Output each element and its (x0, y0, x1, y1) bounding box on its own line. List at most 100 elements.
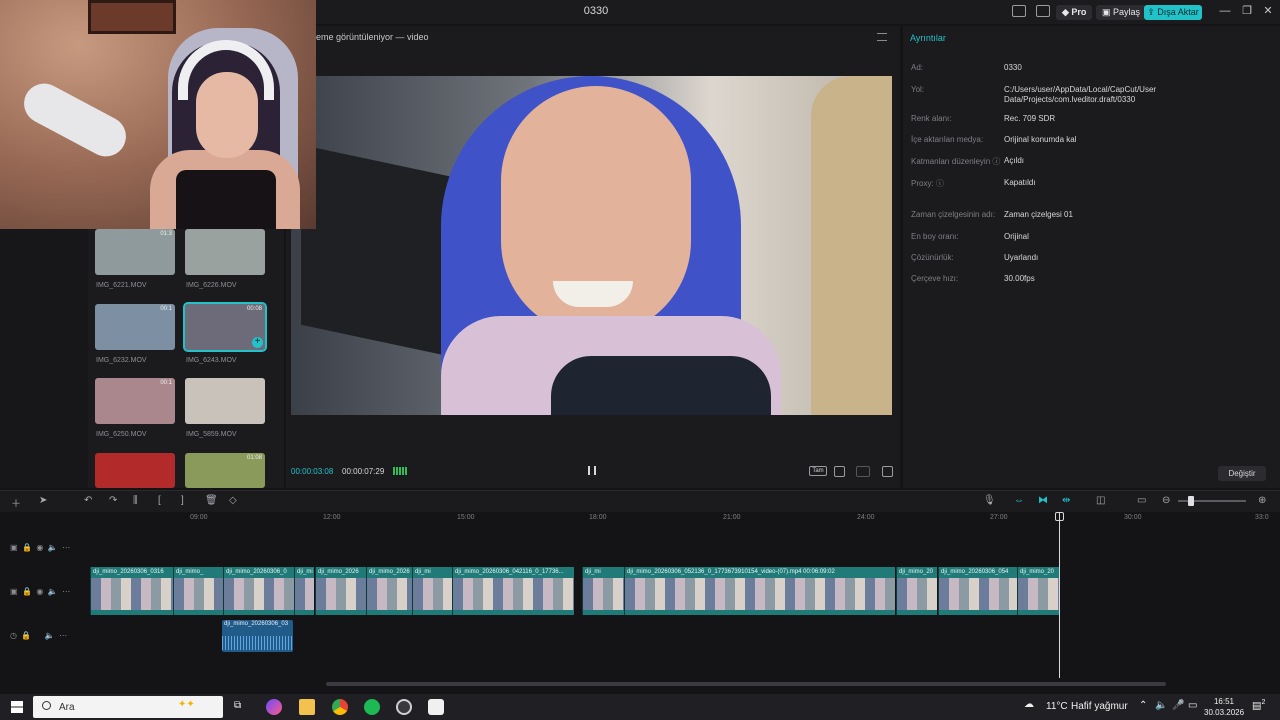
undo-icon[interactable]: ↶ (84, 495, 92, 506)
detail-label: Proxy: ⓘ (911, 179, 944, 188)
detail-value: Açıldı (1004, 156, 1025, 165)
record-mic-icon[interactable]: 🎙 (983, 495, 996, 506)
video-clip[interactable]: dji_mimo_20260306_0316 (90, 567, 173, 615)
detail-label: Katmanları düzenleyin ⓘ (911, 157, 1001, 166)
media-thumbnail[interactable] (185, 229, 265, 275)
fit-button[interactable]: Tam (809, 466, 827, 476)
media-thumbnail[interactable]: 00:1 (95, 304, 175, 350)
clip-name: dji_mi (585, 569, 601, 575)
ruler-tick-label: 27:00 (990, 514, 1008, 521)
trim-right-icon[interactable]: ] (181, 495, 184, 506)
clip-thumbnails (939, 578, 1017, 610)
caption-icon[interactable]: ▭ (1137, 495, 1146, 506)
video-clip[interactable]: dji_mimo_20260306_042116_0_17736... (452, 567, 574, 615)
clip-thumbnails (1018, 578, 1059, 610)
zoom-out-icon[interactable]: ⊖ (1162, 495, 1170, 506)
add-to-timeline-icon[interactable]: + (252, 337, 263, 348)
volume-icon[interactable]: 🔈 (1155, 700, 1167, 711)
detail-value: Rec. 709 SDR (1004, 114, 1056, 123)
media-thumbnail[interactable]: 01:08 (185, 453, 265, 488)
copilot-app-icon[interactable] (266, 699, 282, 715)
video-clip[interactable]: dji_mimo_20260306_052136_0_1773673910154… (624, 567, 895, 615)
ruler-tick-label: 24:00 (857, 514, 875, 521)
shortcut-icon[interactable] (1036, 5, 1050, 17)
select-tool-icon[interactable]: ➤ (39, 495, 47, 506)
mic-tray-icon[interactable]: 🎤 (1172, 700, 1184, 711)
time-ruler[interactable] (90, 512, 1280, 526)
share-button[interactable]: ▣ Paylaş (1096, 5, 1147, 20)
magnet-icon[interactable]: ⧓ (1038, 495, 1048, 506)
weather-description: Hafif yağmur (1071, 701, 1128, 712)
video-clip[interactable]: dji_mimo_ (173, 567, 223, 615)
snap-icon[interactable]: ⇹ (1062, 495, 1070, 506)
obs-icon[interactable] (396, 699, 412, 715)
timeline-scrollbar[interactable] (326, 682, 1166, 686)
video-clip[interactable]: dji_mimo_2026 (315, 567, 366, 615)
minimize-icon[interactable]: — (1218, 4, 1232, 18)
windows-start-icon[interactable] (11, 701, 23, 713)
shield-icon[interactable]: ◇ (229, 495, 237, 506)
copilot-sparkle-icon[interactable]: ✦✦ (178, 699, 195, 710)
video-clip[interactable]: dji_mi (582, 567, 624, 615)
media-thumbnail[interactable] (95, 453, 175, 488)
media-thumbnail[interactable]: 01:3 (95, 229, 175, 275)
menu-icon[interactable] (877, 33, 887, 41)
detail-value: Uyarlandı (1004, 253, 1039, 262)
media-thumbnail[interactable]: 00:08 + (183, 302, 267, 352)
video-clip[interactable]: dji_mimo_20260306_054 (938, 567, 1017, 615)
video-clip[interactable]: dji_mimo_20 (1017, 567, 1059, 615)
trim-left-icon[interactable]: [ (158, 495, 161, 506)
split-icon[interactable]: ⫼ (133, 495, 138, 506)
fullscreen-icon[interactable] (882, 466, 893, 477)
preview-axis-icon[interactable]: ◫ (1096, 495, 1105, 506)
media-thumbnail[interactable]: 00:1 (95, 378, 175, 424)
delete-icon[interactable]: 🗑 (205, 495, 218, 506)
network-icon[interactable]: ▭ (1188, 700, 1197, 711)
taskbar-clock[interactable]: 16:51 30.03.2026 (1204, 696, 1244, 718)
spotify-icon[interactable] (364, 699, 380, 715)
file-explorer-icon[interactable] (299, 699, 315, 715)
close-icon[interactable]: ✕ (1261, 4, 1275, 18)
change-button[interactable]: Değiştir (1218, 466, 1266, 481)
task-view-icon[interactable]: ⧉ (234, 700, 241, 711)
track-controls-audio[interactable]: ◷ 🔒 🔈 ⋯ (10, 631, 67, 640)
detail-value: Orijinal konumda kal (1004, 135, 1077, 144)
track-controls-main[interactable]: ▣ 🔒 ◉ 🔈 ⋯ (10, 587, 70, 596)
layout-icon[interactable] (1012, 5, 1026, 17)
webcam-overlay (0, 0, 316, 229)
video-clip[interactable]: dji_mimo_20260306_0 (223, 567, 294, 615)
detail-label: Zaman çizelgesinin adı: (911, 210, 996, 219)
media-thumbnail[interactable] (185, 378, 265, 424)
video-preview[interactable] (291, 76, 892, 415)
zoom-in-icon[interactable]: ⊕ (1258, 495, 1266, 506)
pro-button[interactable]: ◆ Pro (1056, 5, 1093, 20)
video-clip[interactable]: dji_mi (412, 567, 452, 615)
media-filename: IMG_6250.MOV (96, 431, 147, 438)
capcut-taskbar-icon[interactable] (428, 699, 444, 715)
clip-name: dji_mi (297, 569, 313, 575)
weather-icon[interactable]: ☁ (1024, 699, 1034, 710)
export-button[interactable]: ⇪ Dışa Aktar (1144, 5, 1202, 20)
restore-icon[interactable]: ❐ (1240, 4, 1254, 18)
video-clip[interactable]: dji_mimo_20 (896, 567, 937, 615)
clip-thumbnails (295, 578, 314, 610)
playhead-handle[interactable] (1055, 512, 1064, 521)
zoom-slider-handle[interactable] (1188, 496, 1194, 506)
chrome-icon[interactable] (332, 699, 348, 715)
ratio-icon[interactable] (856, 466, 870, 477)
snapshot-icon[interactable] (834, 466, 845, 477)
details-tab[interactable]: Ayrıntılar (910, 33, 946, 43)
notification-icon[interactable]: ▤2 (1252, 699, 1265, 711)
audio-clip[interactable]: dji_mimo_20260306_03 (222, 620, 293, 652)
link-icon[interactable]: ⇔ (1014, 495, 1024, 506)
track-controls-overlay[interactable]: ▣ 🔒 ◉ 🔈 ⋯ (10, 543, 70, 552)
pause-icon[interactable] (588, 466, 596, 475)
playhead[interactable] (1059, 512, 1060, 678)
audio-clip-name: dji_mimo_20260306_03 (224, 621, 289, 627)
redo-icon[interactable]: ↷ (109, 495, 117, 506)
tray-chevron-icon[interactable]: ⌃ (1139, 700, 1147, 711)
capcut-window: 0330 ◆ Pro ▣ Paylaş ⇪ Dışa Aktar — ❐ ✕ 0… (0, 0, 1280, 720)
add-icon[interactable]: ＋ (11, 495, 21, 510)
video-clip[interactable]: dji_mi (294, 567, 314, 615)
video-clip[interactable]: dji_mimo_2026 (366, 567, 412, 615)
